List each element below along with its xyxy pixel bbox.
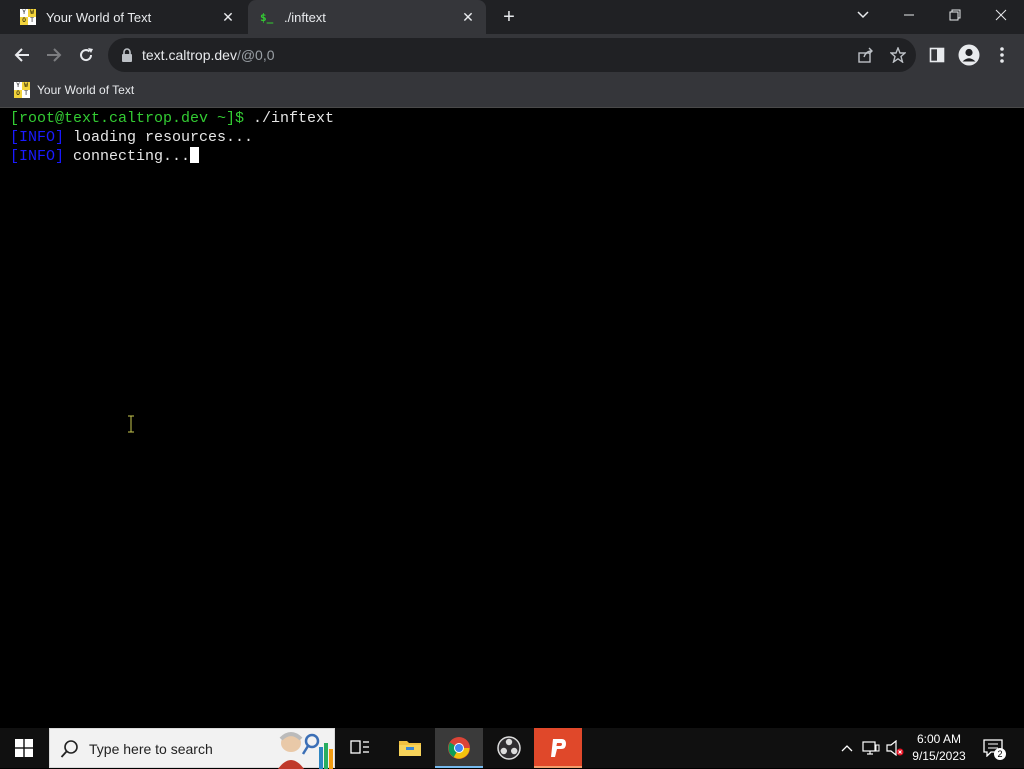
share-icon[interactable]	[856, 45, 876, 65]
profile-avatar-icon[interactable]	[957, 43, 981, 67]
text-cursor-ibeam-icon	[128, 415, 134, 433]
speaker-muted-icon	[886, 740, 904, 756]
tab-strip: YWOT Your World of Text ✕ $_ ./inftext ✕…	[0, 0, 1024, 34]
minimize-button[interactable]	[886, 0, 932, 30]
info-tag: [INFO]	[10, 129, 65, 146]
ywot-favicon-icon: YWOT	[20, 9, 36, 25]
terminal-canvas[interactable]: [root@text.caltrop.dev ~]$ ./inftext [IN…	[0, 108, 1024, 728]
show-hidden-icons-button[interactable]	[838, 728, 856, 768]
folder-icon	[399, 741, 421, 756]
chrome-menu-icon[interactable]	[990, 43, 1014, 67]
pixel-app-taskbar-button[interactable]	[534, 728, 582, 768]
terminal-command-line: [root@text.caltrop.dev ~]$ ./inftext	[10, 109, 334, 128]
clock-date: 9/15/2023	[912, 749, 966, 763]
terminal-prompt: [root@text.caltrop.dev ~]$	[10, 110, 245, 127]
new-tab-button[interactable]: +	[498, 7, 520, 29]
clock-time: 6:00 AM	[916, 732, 962, 746]
taskbar-search-box[interactable]: Type here to search	[49, 728, 335, 769]
search-highlight-illustration-icon	[278, 732, 333, 769]
log-text: loading resources...	[64, 129, 254, 146]
tab-inftext[interactable]: $_ ./inftext ✕	[248, 0, 486, 34]
tab-title: ./inftext	[284, 9, 326, 25]
lock-icon[interactable]	[120, 47, 134, 63]
side-panel-icon[interactable]	[925, 43, 949, 67]
address-bar[interactable]: text.caltrop.dev/@0,0	[108, 38, 916, 72]
terminal-command: ./inftext	[244, 110, 335, 127]
start-button[interactable]	[0, 728, 48, 768]
bookmark-your-world-of-text[interactable]: YWOT Your World of Text	[14, 82, 134, 98]
tab-your-world-of-text[interactable]: YWOT Your World of Text ✕	[8, 0, 246, 34]
chrome-taskbar-button[interactable]	[435, 728, 483, 768]
close-window-button[interactable]	[978, 0, 1024, 30]
clock[interactable]: 6:00 AM 9/15/2023	[904, 731, 974, 765]
log-text: connecting...	[64, 148, 191, 165]
windows-logo-icon	[15, 739, 33, 757]
reload-button[interactable]	[72, 41, 100, 69]
terminal-favicon-icon: $_	[260, 10, 274, 24]
info-tag: [INFO]	[10, 148, 65, 165]
task-view-icon	[350, 740, 369, 754]
obs-icon	[497, 736, 521, 760]
search-placeholder: Type here to search	[89, 741, 213, 757]
windows-taskbar: Type here to search 6:00 AM 9/15/2023 2	[0, 728, 1024, 769]
bookmark-label: Your World of Text	[37, 83, 135, 97]
search-icon	[60, 740, 78, 758]
terminal-log-line: [INFO] connecting...	[10, 147, 200, 166]
volume-button[interactable]	[884, 728, 906, 768]
bookmarks-bar: YWOT Your World of Text	[0, 76, 1024, 108]
notification-count-badge: 2	[994, 748, 1006, 760]
url-path: /@0,0	[236, 47, 275, 63]
restore-button[interactable]	[932, 0, 978, 30]
terminal-cursor	[190, 147, 200, 163]
tab-title: Your World of Text	[46, 9, 152, 25]
chevron-up-icon	[841, 745, 853, 752]
url-host: text.caltrop.dev	[142, 47, 237, 63]
close-tab-icon[interactable]: ✕	[460, 9, 476, 25]
tab-search-chevron-icon[interactable]	[840, 0, 886, 30]
terminal-log-line: [INFO] loading resources...	[10, 128, 253, 147]
back-button[interactable]	[8, 41, 36, 69]
browser-toolbar: text.caltrop.dev/@0,0	[0, 34, 1024, 76]
bookmark-star-icon[interactable]	[888, 45, 908, 65]
chrome-icon	[448, 737, 470, 759]
pixel-p-icon	[551, 739, 566, 757]
obs-taskbar-button[interactable]	[485, 728, 533, 768]
close-tab-icon[interactable]: ✕	[220, 9, 236, 25]
url-text[interactable]: text.caltrop.dev/@0,0	[142, 47, 275, 63]
file-explorer-button[interactable]	[386, 728, 434, 768]
forward-button[interactable]	[40, 41, 68, 69]
ywot-favicon-icon: YWOT	[14, 82, 30, 98]
task-view-button[interactable]	[336, 728, 384, 768]
network-button[interactable]	[860, 728, 882, 768]
network-icon	[862, 741, 880, 755]
